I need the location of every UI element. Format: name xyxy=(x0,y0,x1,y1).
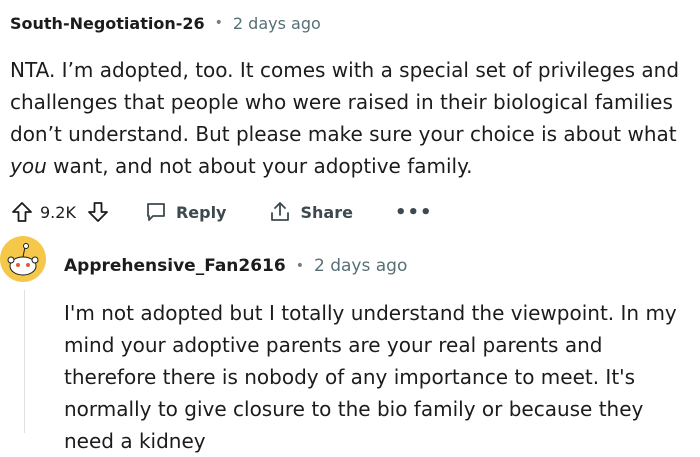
reply-button[interactable]: Reply xyxy=(144,200,227,224)
more-options-button[interactable]: ••• xyxy=(395,202,433,223)
reply-label: Reply xyxy=(175,202,227,222)
comment-body-text-end: want, and not about your adoptive family… xyxy=(46,154,473,178)
comment-body-text: NTA. I’m adopted, too. It comes with a s… xyxy=(10,58,680,146)
comment-meta: South-Negotiation-26 • 2 days ago xyxy=(10,10,690,36)
comment-action-bar: 9.2K Reply Share ••• xyxy=(10,194,690,230)
thread-line[interactable] xyxy=(24,290,25,433)
comment-author[interactable]: South-Negotiation-26 xyxy=(10,14,205,33)
comment-author[interactable]: Apprehensive_Fan2616 xyxy=(64,256,286,276)
share-upload-icon xyxy=(268,200,292,224)
downvote-arrow-icon[interactable] xyxy=(86,200,110,224)
comment-reply: Apprehensive_Fan2616 • 2 days ago I'm no… xyxy=(64,253,694,457)
speech-bubble-icon xyxy=(144,200,168,224)
vote-controls: 9.2K xyxy=(10,200,110,224)
vote-score: 9.2K xyxy=(40,202,76,222)
upvote-arrow-icon[interactable] xyxy=(10,200,34,224)
ellipsis-icon: ••• xyxy=(394,201,433,223)
comment-body: NTA. I’m adopted, too. It comes with a s… xyxy=(10,54,690,182)
comment-body-emphasis: you xyxy=(10,154,47,178)
share-button[interactable]: Share xyxy=(268,200,353,224)
meta-separator: • xyxy=(295,258,304,274)
share-label: Share xyxy=(300,202,353,222)
comment-top-level: South-Negotiation-26 • 2 days ago NTA. I… xyxy=(10,10,690,230)
meta-separator: • xyxy=(214,15,223,31)
comment-timestamp[interactable]: 2 days ago xyxy=(314,256,407,276)
snoo-avatar-icon[interactable] xyxy=(0,236,46,282)
comment-meta: Apprehensive_Fan2616 • 2 days ago xyxy=(64,253,694,279)
comment-timestamp[interactable]: 2 days ago xyxy=(233,14,321,33)
comment-body: I'm not adopted but I totally understand… xyxy=(64,301,677,453)
